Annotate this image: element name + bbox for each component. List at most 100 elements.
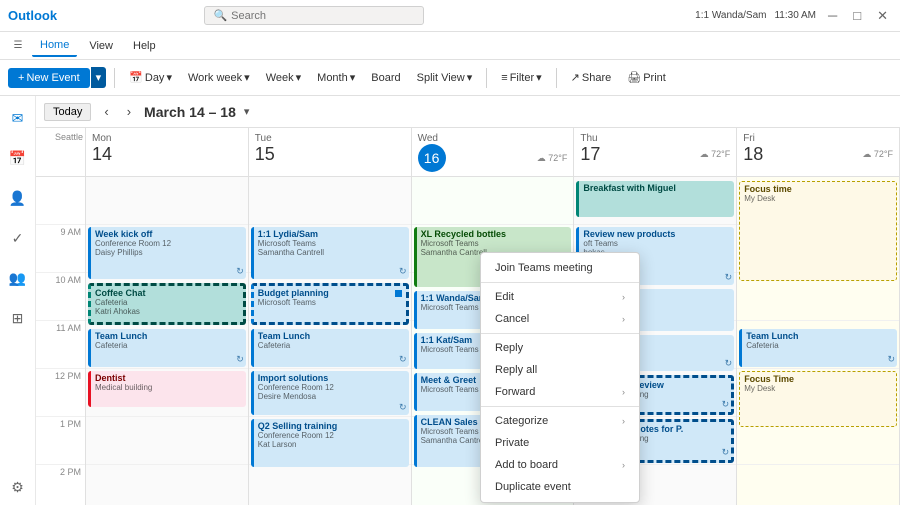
- ctx-join-teams[interactable]: Join Teams meeting: [481, 257, 639, 279]
- ctx-forward[interactable]: Forward ›: [481, 381, 639, 403]
- new-event-group: + New Event ▾: [8, 67, 106, 88]
- sidebar-icon-calendar[interactable]: 📅: [4, 144, 32, 172]
- nav-view[interactable]: View: [81, 36, 121, 56]
- sidebar-icon-settings[interactable]: ⚙: [4, 473, 32, 501]
- time-display: 11:30 AM: [774, 10, 816, 21]
- split-view-btn[interactable]: Split View ▾: [411, 68, 479, 87]
- ctx-duplicate-event[interactable]: Duplicate event: [481, 476, 639, 498]
- toolbar-separator-3: [556, 68, 557, 88]
- week-view-btn[interactable]: Week ▾: [260, 68, 307, 87]
- ctx-reply-all[interactable]: Reply all: [481, 359, 639, 381]
- maximize-button[interactable]: □: [849, 6, 865, 25]
- share-btn[interactable]: ↗ Share: [565, 68, 618, 87]
- top-bar: Outlook 🔍 1:1 Wanda/Sam 11:30 AM ─ □ ✕: [0, 0, 900, 32]
- sidebar-icons: ✉ 📅 👤 ✓ 👥 ⊞ ⚙: [0, 96, 36, 505]
- search-icon: 🔍: [213, 9, 227, 22]
- print-icon: 🖨: [627, 71, 641, 84]
- work-week-view-btn[interactable]: Work week ▾: [182, 68, 256, 87]
- time-slot-11am: 11 AM: [36, 321, 85, 369]
- month-view-btn[interactable]: Month ▾: [311, 68, 361, 87]
- event-week-kickoff[interactable]: Week kick off Conference Room 12 Daisy P…: [88, 227, 246, 279]
- sidebar-icon-people[interactable]: 👤: [4, 184, 32, 212]
- calendar-grid: 9 AM 10 AM 11 AM 12 PM 1 PM 2 PM 3 PM We…: [36, 177, 900, 505]
- board-view-btn[interactable]: Board: [365, 69, 406, 87]
- ctx-categorize[interactable]: Categorize ›: [481, 410, 639, 432]
- prev-week-button[interactable]: ‹: [99, 102, 113, 121]
- time-column: 9 AM 10 AM 11 AM 12 PM 1 PM 2 PM 3 PM: [36, 177, 86, 505]
- ctx-forward-arrow: ›: [622, 387, 625, 397]
- day-header-mon: Mon 14: [86, 128, 249, 176]
- date-range-dropdown[interactable]: ▾: [244, 105, 250, 118]
- time-slot-12pm: 12 PM: [36, 369, 85, 417]
- time-slot-8am: [36, 177, 85, 225]
- day-header-wed: Wed 16 ☁ 72°F: [412, 128, 575, 176]
- new-event-dropdown[interactable]: ▾: [91, 67, 107, 88]
- ctx-separator-3: [481, 406, 639, 407]
- sidebar-icon-tasks[interactable]: ✓: [4, 224, 32, 252]
- print-btn[interactable]: 🖨 Print: [621, 68, 672, 87]
- time-slot-10am: 10 AM: [36, 273, 85, 321]
- ctx-categorize-arrow: ›: [622, 416, 625, 426]
- time-slot-2pm: 2 PM: [36, 465, 85, 505]
- day-header-fri: Fri 18 ☁ 72°F: [737, 128, 900, 176]
- calendar-container: Today ‹ › March 14 – 18 ▾ Seattle Mon 14…: [36, 96, 900, 505]
- toolbar: + New Event ▾ 📅 Day ▾ Work week ▾ Week ▾…: [0, 60, 900, 96]
- ctx-separator-2: [481, 333, 639, 334]
- sidebar-icon-teams[interactable]: 👥: [4, 264, 32, 292]
- event-11-lydia-sam[interactable]: 1:1 Lydia/Sam Microsoft Teams Samantha C…: [251, 227, 409, 279]
- ctx-edit[interactable]: Edit ›: [481, 286, 639, 308]
- ctx-add-to-board-arrow: ›: [622, 460, 625, 470]
- top-right-area: 1:1 Wanda/Sam 11:30 AM ─ □ ✕: [695, 6, 892, 26]
- calendar-header-bar: Today ‹ › March 14 – 18 ▾: [36, 96, 900, 128]
- app-logo: Outlook: [8, 8, 57, 23]
- day-header-tue: Tue 15: [249, 128, 412, 176]
- date-range-label: March 14 – 18: [144, 104, 236, 120]
- event-team-lunch-tue[interactable]: Team Lunch Cafeteria ↻: [251, 329, 409, 367]
- toolbar-separator-2: [486, 68, 487, 88]
- ctx-private[interactable]: Private: [481, 432, 639, 454]
- event-coffee-chat[interactable]: Coffee Chat Cafeteria Katri Ahokas: [88, 283, 246, 325]
- today-button[interactable]: Today: [44, 103, 91, 121]
- event-focus-time-afternoon[interactable]: Focus Time My Desk: [739, 371, 897, 427]
- hamburger-icon[interactable]: ☰: [8, 36, 28, 56]
- user-info: 1:1 Wanda/Sam: [695, 10, 766, 21]
- ctx-cancel-arrow: ›: [622, 314, 625, 324]
- event-budget-planning[interactable]: Budget planning Microsoft Teams: [251, 283, 409, 325]
- ctx-add-to-board[interactable]: Add to board ›: [481, 454, 639, 476]
- context-menu: Join Teams meeting Edit › Cancel › Reply…: [480, 252, 640, 503]
- filter-icon: ≡: [501, 72, 507, 84]
- minimize-button[interactable]: ─: [824, 6, 841, 25]
- share-icon: ↗: [571, 71, 580, 84]
- day-header-thu: Thu 17 ☁ 72°F: [574, 128, 737, 176]
- event-dentist[interactable]: Dentist Medical building: [88, 371, 246, 407]
- ctx-reply[interactable]: Reply: [481, 337, 639, 359]
- new-event-plus-icon: +: [18, 72, 24, 84]
- nav-help[interactable]: Help: [125, 36, 164, 56]
- time-slot-1pm: 1 PM: [36, 417, 85, 465]
- day-icon: 📅: [129, 71, 143, 84]
- nav-menu: ☰ Home View Help: [0, 32, 900, 60]
- day-view-btn[interactable]: 📅 Day ▾: [123, 68, 178, 87]
- day-col-mon: Week kick off Conference Room 12 Daisy P…: [86, 177, 249, 505]
- ctx-cancel[interactable]: Cancel ›: [481, 308, 639, 330]
- event-team-lunch-mon[interactable]: Team Lunch Cafeteria ↻: [88, 329, 246, 367]
- nav-home[interactable]: Home: [32, 35, 77, 57]
- time-slot-9am: 9 AM: [36, 225, 85, 273]
- next-week-button[interactable]: ›: [122, 102, 136, 121]
- day-col-tue: 1:1 Lydia/Sam Microsoft Teams Samantha C…: [249, 177, 412, 505]
- sidebar-icon-apps[interactable]: ⊞: [4, 304, 32, 332]
- event-focus-time-morning[interactable]: Focus time My Desk: [739, 181, 897, 281]
- ctx-separator-1: [481, 282, 639, 283]
- sidebar-icon-mail[interactable]: ✉: [4, 104, 32, 132]
- close-button[interactable]: ✕: [873, 6, 892, 26]
- search-box[interactable]: 🔍: [204, 6, 424, 25]
- event-team-lunch-fri[interactable]: Team Lunch Cafeteria ↻: [739, 329, 897, 367]
- search-input[interactable]: [231, 10, 411, 22]
- event-q2-selling[interactable]: Q2 Selling training Conference Room 12 K…: [251, 419, 409, 467]
- new-event-label: New Event: [26, 72, 79, 84]
- filter-btn[interactable]: ≡ Filter ▾: [495, 68, 547, 87]
- new-event-button[interactable]: + New Event: [8, 68, 90, 88]
- event-import-solutions[interactable]: Import solutions Conference Room 12 Desi…: [251, 371, 409, 415]
- event-breakfast-miguel[interactable]: Breakfast with Miguel: [576, 181, 734, 217]
- time-gutter-header: Seattle: [36, 128, 86, 176]
